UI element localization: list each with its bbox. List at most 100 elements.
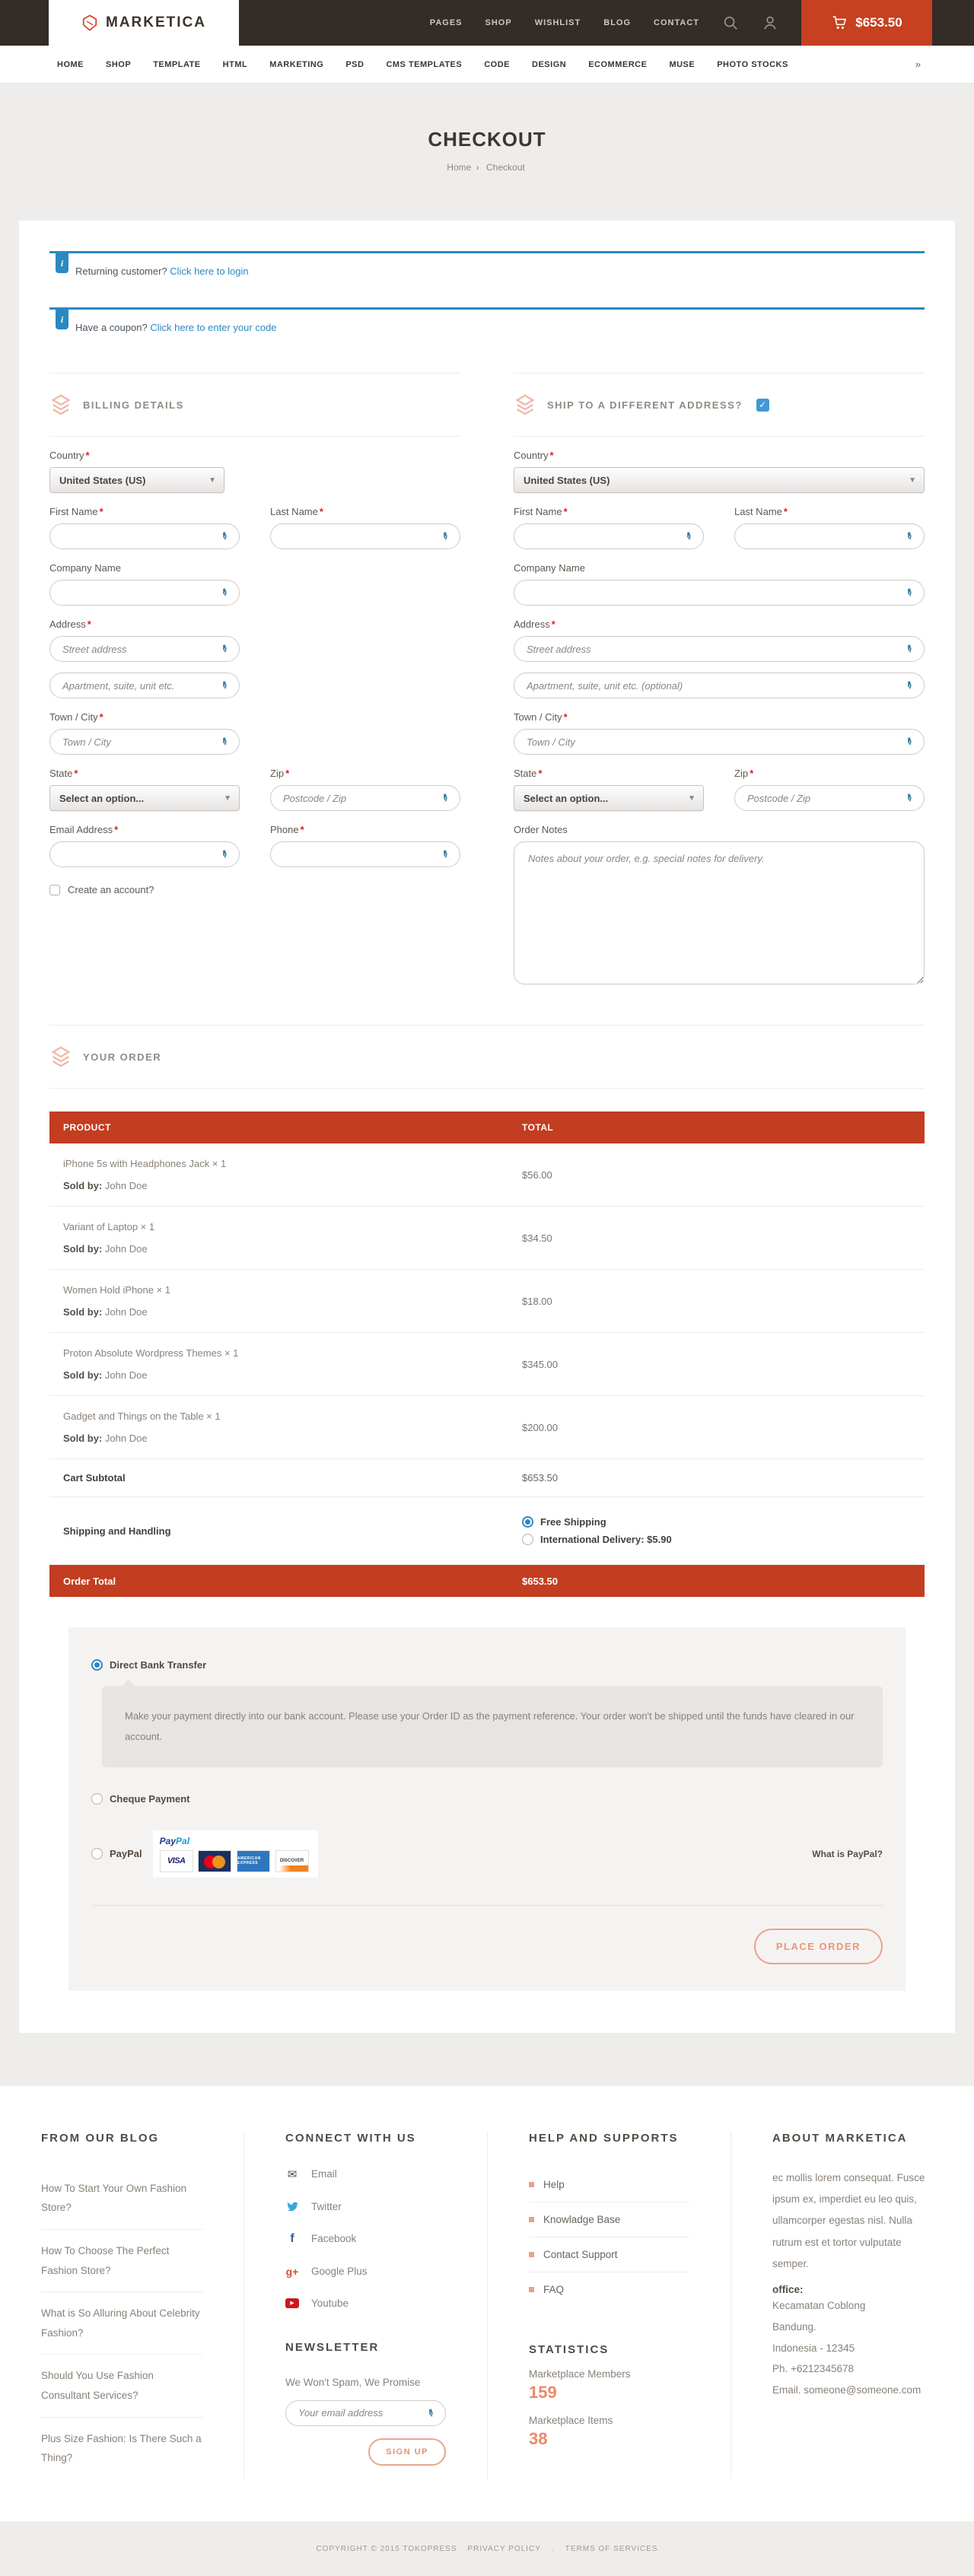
place-order-button[interactable]: PLACE ORDER (754, 1929, 883, 1964)
billing-first-name-input[interactable] (50, 524, 239, 549)
bank-transfer-option[interactable]: Direct Bank Transfer (91, 1659, 883, 1671)
paypal-option[interactable]: PayPal PayPal VISA AMERICAN EXPRESS DISC… (91, 1830, 883, 1878)
logo[interactable]: MARKETICA (49, 0, 239, 46)
product-name: iPhone 5s with Headphones Jack × 1 (63, 1158, 522, 1169)
shipping-zip-field-wrap: ✒ (734, 785, 925, 811)
shipping-first-name-input[interactable] (514, 524, 703, 549)
billing-company-input[interactable] (50, 580, 239, 605)
newsletter-email-input[interactable] (286, 2401, 445, 2425)
shipping-town-field-wrap: ✒ (514, 729, 925, 755)
free-shipping-option[interactable]: Free Shipping (522, 1516, 925, 1528)
email-link[interactable]: ✉Email (285, 2167, 446, 2181)
shipping-zip-input[interactable] (735, 786, 924, 810)
subnav-psd[interactable]: PSD (345, 60, 364, 69)
billing-email-input[interactable] (50, 842, 239, 867)
youtube-link[interactable]: ▶Youtube (285, 2298, 446, 2309)
topnav-contact[interactable]: CONTACT (654, 18, 699, 27)
billing-town-input[interactable] (50, 730, 239, 754)
shipping-last-name-input[interactable] (735, 524, 924, 549)
pen-icon: ✒ (219, 530, 232, 542)
faq-link[interactable]: FAQ (529, 2272, 689, 2307)
breadcrumb-separator: › (476, 162, 479, 173)
twitter-link[interactable]: Twitter (285, 2201, 446, 2212)
terms-link[interactable]: TERMS OF SERVICES (565, 2545, 658, 2553)
subnav-html[interactable]: HTML (223, 60, 248, 69)
required-asterisk: * (538, 768, 542, 779)
more-categories-icon[interactable]: » (915, 59, 921, 70)
topnav-wishlist[interactable]: WISHLIST (535, 18, 581, 27)
radio-icon[interactable] (522, 1534, 533, 1545)
blog-post-link[interactable]: How To Start Your Own Fashion Store? (41, 2167, 202, 2230)
subnav-muse[interactable]: MUSE (669, 60, 695, 69)
subnav-cms-templates[interactable]: CMS TEMPLATES (386, 60, 462, 69)
amex-card-icon: AMERICAN EXPRESS (237, 1850, 270, 1872)
knowledge-base-link[interactable]: Knowladge Base (529, 2202, 689, 2237)
radio-selected-icon[interactable] (91, 1659, 103, 1671)
account-icon[interactable] (762, 14, 778, 31)
pen-icon: ✒ (219, 848, 232, 860)
newsletter-note: We Won't Spam, We Promise (285, 2377, 446, 2388)
subnav-ecommerce[interactable]: ECOMMERCE (588, 60, 647, 69)
order-notes-textarea[interactable] (514, 841, 925, 984)
required-asterisk: * (88, 619, 91, 630)
subnav-marketing[interactable]: MARKETING (269, 60, 323, 69)
shipping-street-input[interactable] (514, 637, 924, 661)
international-delivery-option[interactable]: International Delivery: $5.90 (522, 1534, 925, 1545)
order-row: Proton Absolute Wordpress Themes × 1 Sol… (49, 1333, 925, 1396)
first-name-label: First Name* (49, 506, 240, 517)
subnav-shop[interactable]: SHOP (106, 60, 131, 69)
topnav-blog[interactable]: BLOG (603, 18, 631, 27)
blog-post-link[interactable]: How To Choose The Perfect Fashion Store? (41, 2230, 202, 2292)
shipping-country-select[interactable]: United States (US) ▼ (514, 467, 925, 493)
facebook-link[interactable]: fFacebook (285, 2232, 446, 2246)
radio-icon[interactable] (91, 1793, 103, 1805)
blog-post-link[interactable]: Should You Use Fashion Consultant Servic… (41, 2355, 202, 2417)
subnav-home[interactable]: HOME (57, 60, 84, 69)
layers-icon (514, 393, 536, 416)
radio-icon[interactable] (91, 1848, 103, 1859)
email-line: Email. someone@someone.com (772, 2380, 933, 2401)
required-asterisk: * (750, 768, 753, 779)
billing-state-select[interactable]: Select an option... ▼ (49, 785, 240, 811)
billing-country-select[interactable]: United States (US) ▼ (49, 467, 224, 493)
create-account-checkbox[interactable] (49, 885, 60, 895)
google-plus-link[interactable]: g+Google Plus (285, 2266, 446, 2278)
help-link[interactable]: Help (529, 2167, 689, 2202)
blog-post-link[interactable]: What is So Alluring About Celebrity Fash… (41, 2292, 202, 2355)
layers-icon (49, 1045, 72, 1068)
coupon-notice: i Have a coupon? Click here to enter you… (49, 307, 925, 345)
shipping-company-input[interactable] (514, 580, 924, 605)
coupon-link[interactable]: Click here to enter your code (150, 322, 276, 333)
town-label: Town / City* (49, 711, 460, 723)
shipping-town-input[interactable] (514, 730, 924, 754)
ship-different-checkbox[interactable]: ✓ (756, 399, 769, 412)
shipping-apartment-input[interactable] (514, 673, 924, 698)
billing-zip-input[interactable] (271, 786, 460, 810)
contact-support-link[interactable]: Contact Support (529, 2237, 689, 2272)
order-row: Women Hold iPhone × 1 Sold by: John Doe … (49, 1270, 925, 1333)
pen-icon: ✒ (425, 2407, 438, 2419)
subnav-design[interactable]: DESIGN (532, 60, 566, 69)
login-link[interactable]: Click here to login (170, 266, 248, 277)
subnav-template[interactable]: TEMPLATE (153, 60, 200, 69)
topnav-pages[interactable]: PAGES (430, 18, 463, 27)
cheque-payment-option[interactable]: Cheque Payment (91, 1793, 883, 1805)
signup-button[interactable]: SIGN UP (368, 2438, 446, 2466)
radio-selected-icon[interactable] (522, 1516, 533, 1528)
subnav-photo-stocks[interactable]: PHOTO STOCKS (717, 60, 788, 69)
office-label: office: (772, 2284, 933, 2295)
topnav-shop[interactable]: SHOP (485, 18, 512, 27)
shipping-state-select[interactable]: Select an option... ▼ (514, 785, 704, 811)
billing-street-input[interactable] (50, 637, 239, 661)
search-icon[interactable] (722, 14, 739, 31)
billing-last-name-input[interactable] (271, 524, 460, 549)
cart-button[interactable]: $653.50 (801, 0, 932, 46)
billing-phone-input[interactable] (271, 842, 460, 867)
required-asterisk: * (100, 506, 103, 517)
billing-apartment-input[interactable] (50, 673, 239, 698)
what-is-paypal-link[interactable]: What is PayPal? (812, 1849, 883, 1859)
subnav-code[interactable]: CODE (484, 60, 510, 69)
privacy-policy-link[interactable]: PRIVACY POLICY (468, 2545, 541, 2553)
breadcrumb-home[interactable]: Home (447, 162, 471, 173)
blog-post-link[interactable]: Plus Size Fashion: Is There Such a Thing… (41, 2418, 202, 2479)
